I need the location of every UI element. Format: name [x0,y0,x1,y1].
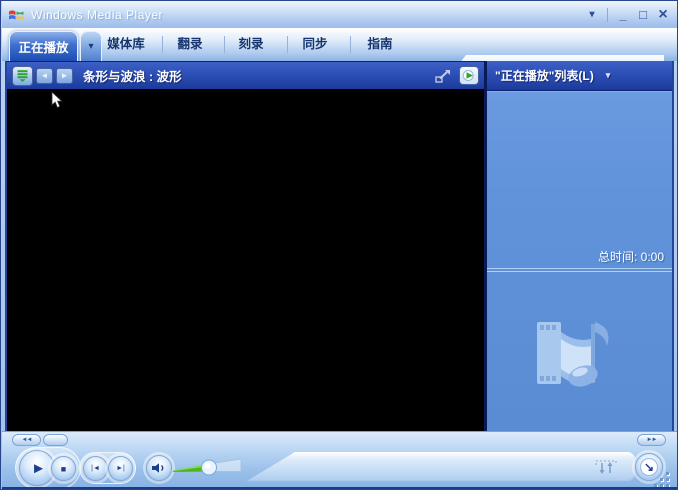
arrow-right-icon: ► [60,71,69,80]
dock-toggle-icon [595,460,617,474]
titlebar: Windows Media Player ▾ _ □ × [2,1,677,28]
total-time: 总时间: 0:00 [598,248,664,265]
total-time-label: 总时间: [597,250,638,264]
play-button[interactable]: ► [19,450,55,486]
dock-toggle-button[interactable] [593,458,619,476]
tab-rip[interactable]: 翻录 [159,28,221,61]
visualization-title: 条形与波浪 : 波形 [83,70,182,84]
transport-bar: ◄◄ ►► ► ■ |◄ ►| ↘ [2,431,677,489]
info-panel [245,452,635,482]
windows-logo-icon [9,10,24,19]
content-frame-right [672,61,674,431]
chevron-down-icon: ▾ [88,41,94,52]
media-watermark-icon [537,322,609,387]
tab-library[interactable]: 媒体库 [95,28,157,61]
visualization-list-icon [17,70,28,82]
resize-grip[interactable] [654,470,672,488]
green-arrow-icon [462,70,474,81]
titlebar-menu-arrow-icon[interactable]: ▾ [583,6,601,24]
chevron-down-icon: ▾ [605,70,611,80]
playlist-header-label: "正在播放"列表(L) [495,69,594,83]
seek-thumb[interactable] [43,434,68,446]
playlist-divider [487,268,672,272]
close-button[interactable]: × [654,6,672,24]
minimize-button[interactable]: _ [614,6,632,24]
window-title: Windows Media Player [31,7,164,22]
arrow-left-icon: ◄ [40,71,49,80]
speaker-icon [152,463,164,473]
visualization-toolbar: ◄ ► 条形与波浪 : 波形 [7,61,484,89]
undock-video-button[interactable] [459,66,479,85]
caption-separator [607,7,608,22]
caption-buttons: ▾ _ □ × [583,6,672,24]
tab-guide[interactable]: 指南 [349,28,411,61]
fast-forward-button[interactable]: ►► [637,434,666,446]
select-visualization-button[interactable] [12,65,33,86]
fullscreen-icon[interactable] [434,68,452,84]
rewind-button[interactable]: ◄◄ [12,434,41,446]
tab-bar: 正在播放 ▾ 媒体库 翻录 刻录 同步 指南 SMGBB东方宽频精彩视频 @ B… [2,28,677,88]
tab-sync[interactable]: 同步 [284,28,346,61]
previous-visualization-button[interactable]: ◄ [36,67,53,84]
total-time-value: 0:00 [640,250,664,264]
tab-now-playing[interactable]: 正在播放 [9,31,78,61]
playlist-panel[interactable]: 总时间: 0:00 [487,91,672,431]
previous-button[interactable]: |◄ [83,456,108,481]
video-visualization-area[interactable] [7,89,484,431]
maximize-button[interactable]: □ [634,6,652,24]
playlist-header[interactable]: "正在播放"列表(L) ▾ [487,61,672,91]
volume-slider[interactable] [169,452,245,480]
mouse-cursor [51,91,63,109]
next-button[interactable]: ►| [108,456,133,481]
wmp-window: Windows Media Player ▾ _ □ × 正在播放 ▾ 媒体库 … [0,0,678,490]
stop-button[interactable]: ■ [51,456,76,481]
next-visualization-button[interactable]: ► [56,67,73,84]
tab-burn[interactable]: 刻录 [220,28,282,61]
